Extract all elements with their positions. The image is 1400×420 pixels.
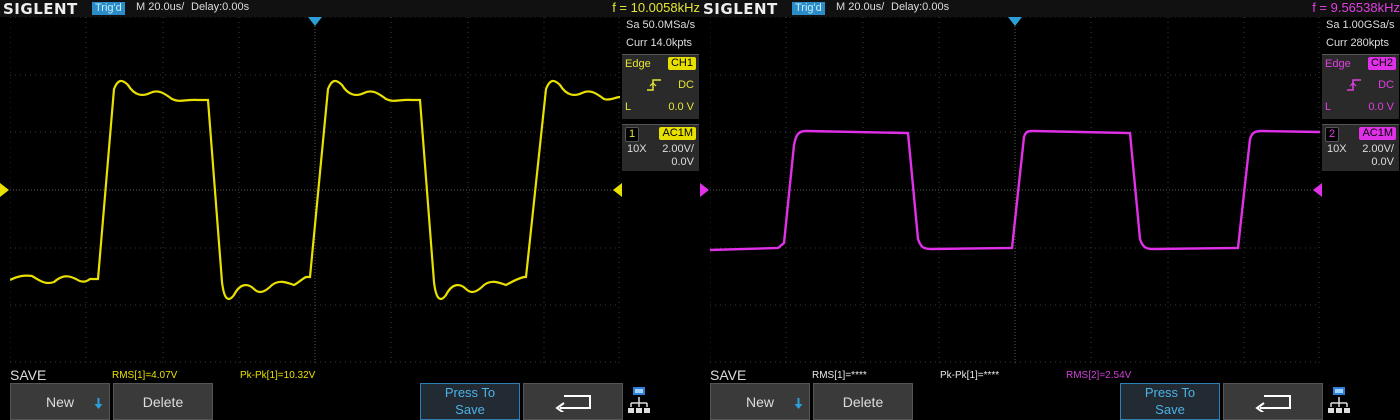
- memory-depth: Curr 280kpts: [1326, 37, 1389, 49]
- channel-info-box[interactable]: 2 AC1M 10X 2.00V/ 0.0V: [1322, 124, 1399, 171]
- trigger-level-marker[interactable]: [613, 183, 622, 197]
- trigger-level-marker[interactable]: [1313, 183, 1322, 197]
- side-panel: Sa 50.0MSa/s Curr 14.0kpts Edge CH1 DC L…: [622, 17, 700, 363]
- network-icon[interactable]: [628, 385, 650, 419]
- trigger-position-marker[interactable]: [1008, 17, 1022, 26]
- trigger-mode: Edge: [625, 58, 651, 70]
- measurement-pkpk1: Pk-Pk[1]=10.32V: [240, 370, 316, 381]
- waveform-grid: [710, 17, 1320, 363]
- sample-rate: Sa 1.00GSa/s: [1326, 19, 1395, 31]
- delete-button-label: Delete: [142, 394, 184, 410]
- delay-readout: Delay:0.00s: [891, 1, 950, 13]
- trigger-mode: Edge: [1325, 58, 1351, 70]
- trigger-level-label: L: [1325, 101, 1332, 113]
- brand-logo: SIGLENT: [703, 0, 778, 18]
- vertical-offset: 0.0V: [1371, 156, 1394, 168]
- trigger-level: 0.0 V: [668, 101, 694, 113]
- frequency-readout: f = 9.56538kHz: [1312, 0, 1400, 15]
- sample-rate: Sa 50.0MSa/s: [626, 19, 696, 31]
- scope-screen-ch2: SIGLENT Trig'd M 20.0us/ Delay:0.00s f =…: [700, 0, 1400, 420]
- trigger-level-label: L: [625, 101, 632, 113]
- trigger-edge-icon: [647, 79, 661, 91]
- new-button[interactable]: New: [10, 383, 110, 420]
- channel-number: 1: [625, 127, 640, 142]
- status-bar: SIGLENT Trig'd M 20.0us/ Delay:0.00s f =…: [0, 0, 700, 18]
- return-arrow-icon: [1255, 395, 1291, 412]
- down-arrow-icon: [794, 398, 803, 409]
- side-panel: Sa 1.00GSa/s Curr 280kpts Edge CH2 DC L …: [1322, 17, 1400, 363]
- menu-title: SAVE: [10, 367, 47, 383]
- measurement-pkpk1: Pk-Pk[1]=****: [940, 370, 1000, 381]
- trigger-edge-icon: [1347, 79, 1361, 91]
- return-button[interactable]: [523, 383, 623, 420]
- trigger-coupling: DC: [678, 79, 694, 91]
- probe-ratio: 10X: [627, 143, 647, 155]
- timebase-readout: M 20.0us/: [136, 1, 185, 13]
- delay-readout: Delay:0.00s: [191, 1, 250, 13]
- save-label: Save: [1155, 402, 1185, 417]
- press-to-label: Press To: [1144, 385, 1196, 400]
- ch2-waveform-trace: [710, 129, 1320, 252]
- memory-depth: Curr 14.0kpts: [626, 37, 693, 49]
- measurement-rms2: RMS[2]=2.54V: [1066, 370, 1132, 381]
- trigger-info-box[interactable]: Edge CH2 DC L 0.0 V: [1322, 54, 1399, 119]
- frequency-readout: f = 10.0058kHz: [612, 0, 700, 15]
- measurement-rms1: RMS[1]=****: [812, 370, 867, 381]
- channel-info-box[interactable]: 1 AC1M 10X 2.00V/ 0.0V: [622, 124, 699, 171]
- waveform-grid: [10, 17, 620, 363]
- channel-number: 2: [1325, 127, 1340, 142]
- vertical-scale: 2.00V/: [1362, 143, 1394, 155]
- brand-logo: SIGLENT: [3, 0, 78, 18]
- delete-button[interactable]: Delete: [813, 383, 913, 420]
- delete-button-label: Delete: [842, 394, 884, 410]
- trigger-coupling: DC: [1378, 79, 1394, 91]
- softkey-bar: SAVE RMS[1]=**** Pk-Pk[1]=**** RMS[2]=2.…: [700, 363, 1400, 420]
- network-icon[interactable]: [1328, 385, 1350, 419]
- press-to-save-button[interactable]: Press To Save: [420, 383, 520, 420]
- down-arrow-icon: [94, 398, 103, 409]
- softkey-bar: SAVE RMS[1]=4.07V Pk-Pk[1]=10.32V New De…: [0, 363, 700, 420]
- probe-ratio: 10X: [1327, 143, 1347, 155]
- press-to-label: Press To: [444, 385, 496, 400]
- vertical-offset: 0.0V: [671, 156, 694, 168]
- new-button[interactable]: New: [710, 383, 810, 420]
- trigger-info-box[interactable]: Edge CH1 DC L 0.0 V: [622, 54, 699, 119]
- return-button[interactable]: [1223, 383, 1323, 420]
- ch2-ground-marker[interactable]: [700, 183, 709, 197]
- delete-button[interactable]: Delete: [113, 383, 213, 420]
- press-to-save-button[interactable]: Press To Save: [1120, 383, 1220, 420]
- vertical-scale: 2.00V/: [662, 143, 694, 155]
- trigger-status-badge: Trig'd: [792, 2, 825, 15]
- trigger-level: 0.0 V: [1368, 101, 1394, 113]
- status-bar: SIGLENT Trig'd M 20.0us/ Delay:0.00s f =…: [700, 0, 1400, 18]
- trigger-position-marker[interactable]: [308, 17, 322, 26]
- ch1-ground-marker[interactable]: [0, 183, 9, 197]
- channel-coupling-badge: AC1M: [659, 127, 696, 140]
- menu-title: SAVE: [710, 367, 747, 383]
- timebase-readout: M 20.0us/: [836, 1, 885, 13]
- trigger-source-badge: CH2: [1367, 57, 1396, 70]
- return-arrow-icon: [555, 395, 591, 412]
- trigger-status-badge: Trig'd: [92, 2, 125, 15]
- scope-screen-ch1: SIGLENT Trig'd M 20.0us/ Delay:0.00s f =…: [0, 0, 700, 420]
- measurement-rms1: RMS[1]=4.07V: [112, 370, 178, 381]
- trigger-source-badge: CH1: [667, 57, 696, 70]
- save-label: Save: [455, 402, 485, 417]
- channel-coupling-badge: AC1M: [1359, 127, 1396, 140]
